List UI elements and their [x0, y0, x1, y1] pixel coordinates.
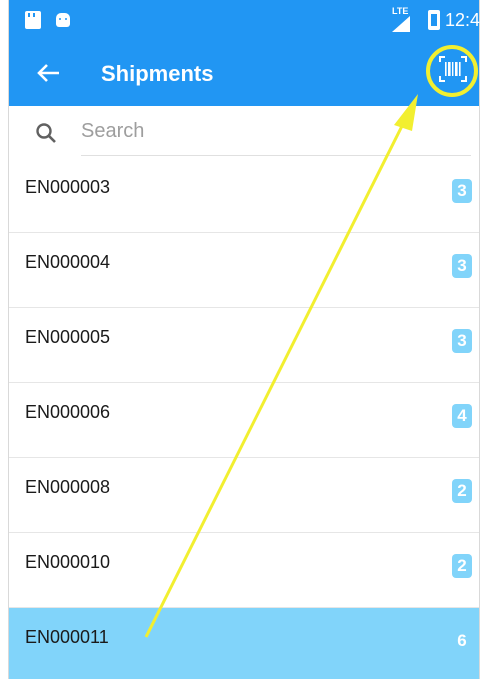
list-item[interactable]: EN000004 3: [9, 233, 479, 308]
count-badge: 2: [452, 479, 472, 503]
shipment-id: EN000004: [25, 252, 111, 272]
status-bar: LTE 12:46: [9, 0, 482, 40]
network-type-label: LTE: [392, 6, 409, 16]
app-screen: LTE 12:46 Shipments: [0, 0, 482, 679]
back-button[interactable]: [33, 58, 63, 88]
search-icon: [35, 122, 57, 144]
arrow-left-icon: [37, 64, 59, 82]
battery-icon: [428, 10, 440, 30]
shipment-list: EN000003 3 EN000004 3 EN000005 3 EN00000…: [9, 158, 479, 679]
search-bar: [9, 106, 479, 158]
signal-icon: [392, 16, 410, 32]
list-item[interactable]: EN000006 4: [9, 383, 479, 458]
app-bar: Shipments: [9, 40, 479, 106]
list-item-selected[interactable]: EN000011 6: [9, 608, 479, 679]
shipment-id: EN000011: [25, 627, 109, 647]
count-badge: 4: [452, 404, 472, 428]
list-item[interactable]: EN000008 2: [9, 458, 479, 533]
list-item[interactable]: EN000010 2: [9, 533, 479, 608]
shipment-id: EN000006: [25, 402, 111, 422]
search-input[interactable]: [81, 116, 471, 146]
count-badge: 3: [452, 254, 472, 278]
page-title: Shipments: [101, 61, 214, 86]
count-badge: 3: [452, 179, 472, 203]
status-time: 12:46: [445, 10, 482, 30]
shipment-id: EN000008: [25, 477, 111, 497]
frame-border-right: [479, 0, 480, 679]
shipment-id: EN000010: [25, 552, 111, 572]
count-badge: 2: [452, 554, 472, 578]
list-item[interactable]: EN000005 3: [9, 308, 479, 383]
list-item[interactable]: EN000003 3: [9, 158, 479, 233]
sd-card-icon: [25, 11, 41, 29]
count-badge: 6: [457, 631, 467, 650]
count-badge: 3: [452, 329, 472, 353]
android-icon: [56, 13, 70, 27]
shipment-id: EN000003: [25, 177, 111, 197]
search-underline: [81, 155, 471, 156]
shipment-id: EN000005: [25, 327, 111, 347]
annotation-highlight-circle: [426, 45, 478, 97]
